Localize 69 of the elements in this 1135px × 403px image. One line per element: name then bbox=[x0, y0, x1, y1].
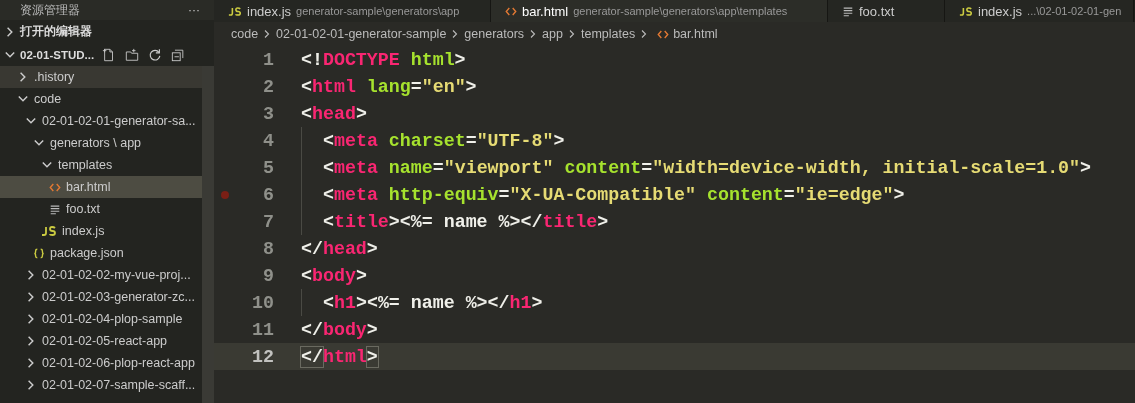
breadcrumb-item[interactable]: generators bbox=[464, 27, 525, 41]
text-lines-icon bbox=[842, 5, 854, 17]
tab-label: foo.txt bbox=[859, 3, 895, 19]
code-line: <!DOCTYPE html> bbox=[301, 48, 466, 72]
curly-braces-icon bbox=[33, 247, 45, 259]
line-number: 1 bbox=[262, 49, 274, 70]
scrollbar[interactable] bbox=[202, 66, 214, 403]
tree-item[interactable]: 02-01-02-06-plop-react-app bbox=[0, 352, 202, 374]
tab-path: generator-sample\generators\app\templates bbox=[573, 5, 788, 17]
js-icon bbox=[41, 226, 57, 236]
text-lines-icon bbox=[49, 203, 61, 215]
new-folder-icon[interactable] bbox=[125, 47, 140, 62]
code-line: </body> bbox=[301, 318, 378, 342]
code-line: <body> bbox=[301, 264, 367, 288]
tree-item[interactable]: 02-01-02-02-my-vue-proj... bbox=[0, 264, 202, 286]
tree-item[interactable]: index.js bbox=[0, 220, 202, 242]
tree-item[interactable]: package.json bbox=[0, 242, 202, 264]
breadcrumb-item[interactable]: templates bbox=[580, 27, 636, 41]
editor-tab[interactable]: index.js generator-sample\generators\app bbox=[214, 0, 491, 22]
line-number: 12 bbox=[251, 346, 274, 367]
line-number: 2 bbox=[262, 76, 274, 97]
code-brackets-icon bbox=[505, 5, 517, 17]
line-number: 7 bbox=[262, 211, 274, 232]
tree-item[interactable]: 02-01-02-07-sample-scaff... bbox=[0, 374, 202, 396]
code-line: <html lang="en"> bbox=[301, 75, 477, 99]
tree-item[interactable]: generators \ app bbox=[0, 132, 202, 154]
line-number: 11 bbox=[251, 319, 274, 340]
line-number: 9 bbox=[262, 265, 274, 286]
tree-item[interactable]: 02-01-02-03-generator-zc... bbox=[0, 286, 202, 308]
breadcrumb-item[interactable]: code bbox=[231, 27, 259, 41]
line-number: 3 bbox=[262, 103, 274, 124]
js-icon bbox=[959, 6, 973, 16]
tab-path: ...\02-01-02-01-gen bbox=[1027, 5, 1122, 17]
code-brackets-icon bbox=[657, 28, 670, 40]
js-icon bbox=[228, 6, 242, 16]
refresh-icon[interactable] bbox=[148, 47, 163, 62]
code-line: </head> bbox=[301, 237, 378, 261]
tab-label: bar.html bbox=[522, 3, 569, 19]
editor-tab[interactable]: bar.html generator-sample\generators\app\templates bbox=[491, 0, 828, 22]
breadcrumb-item[interactable]: app bbox=[542, 27, 563, 41]
editor-tab[interactable]: index.js ...\02-01-02-01-gen bbox=[945, 0, 1135, 22]
section-header[interactable]: 02-01-STUD... bbox=[0, 43, 214, 66]
tree-item[interactable]: .history bbox=[0, 66, 202, 88]
tree-item[interactable]: code bbox=[0, 88, 202, 110]
tab-label: index.js bbox=[247, 3, 292, 19]
editor-tab[interactable]: foo.txt bbox=[828, 0, 945, 22]
tree-item[interactable]: templates bbox=[0, 154, 202, 176]
code-brackets-icon bbox=[49, 181, 61, 193]
code-line: <head> bbox=[301, 102, 367, 126]
breakpoint-dot[interactable] bbox=[221, 190, 229, 199]
line-number: 6 bbox=[262, 184, 274, 205]
code-line: </html> bbox=[301, 345, 378, 369]
section-header[interactable]: 打开的编辑器 bbox=[0, 20, 214, 43]
line-number: 10 bbox=[251, 292, 274, 313]
tab-label: index.js bbox=[978, 3, 1023, 19]
tree-item[interactable]: bar.html bbox=[0, 176, 202, 198]
tree-item[interactable]: 02-01-02-01-generator-sa... bbox=[0, 110, 202, 132]
breadcrumb-item[interactable]: 02-01-02-01-generator-sample bbox=[276, 27, 447, 41]
tree-item[interactable]: foo.txt bbox=[0, 198, 202, 220]
tree-item[interactable]: 02-01-02-05-react-app bbox=[0, 330, 202, 352]
more-button[interactable]: ··· bbox=[188, 3, 200, 17]
line-number: 4 bbox=[262, 130, 274, 151]
line-number: 5 bbox=[262, 157, 274, 178]
explorer-title: 资源管理器 bbox=[20, 1, 80, 19]
tree-item[interactable]: 02-01-02-04-plop-sample bbox=[0, 308, 202, 330]
breadcrumb-item[interactable]: bar.html bbox=[673, 27, 718, 41]
collapse-all-icon[interactable] bbox=[171, 47, 186, 62]
tab-path: generator-sample\generators\app bbox=[296, 5, 460, 17]
line-number: 8 bbox=[262, 238, 274, 259]
